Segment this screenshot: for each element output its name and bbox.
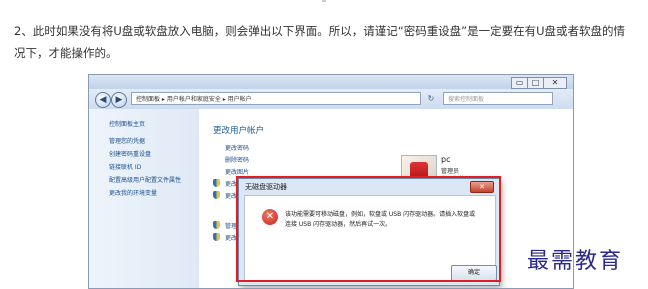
- user-name: pc: [441, 155, 451, 164]
- address-input[interactable]: 控制面板 ▸ 用户帐户和家庭安全 ▸ 用户帐户: [131, 92, 421, 105]
- highlight-frame: [236, 176, 501, 282]
- maximize-button[interactable]: □: [527, 77, 544, 89]
- task-remove-password[interactable]: 删除密码: [225, 155, 249, 164]
- back-button[interactable]: ◀: [95, 92, 111, 108]
- left-link-environment-variables[interactable]: 更改我的环境变量: [109, 188, 157, 197]
- task-change-password[interactable]: 更改密码: [225, 143, 249, 152]
- address-bar: ◀ ▶ 控制面板 ▸ 用户帐户和家庭安全 ▸ 用户帐户 ↻ 搜索控制面板: [89, 89, 573, 109]
- shield-icon: [213, 191, 220, 199]
- watermark: 最需教育: [527, 249, 624, 274]
- article-paragraph: 2、此时如果没有将U盘或软盘放入电脑，则会弹出以下界面。所以，请谨记“密码重设盘…: [14, 24, 626, 60]
- minimize-button[interactable]: ▭: [511, 77, 528, 89]
- shield-icon: [213, 221, 220, 229]
- search-input[interactable]: 搜索控制面板: [443, 92, 553, 105]
- left-panel: 控制面板主页 管理您的凭据 创建密码重设盘 链接联机 ID 配置高级用户配置文件…: [89, 109, 199, 288]
- left-link-profile-properties[interactable]: 配置高级用户配置文件属性: [109, 175, 181, 184]
- left-link-manage-credentials[interactable]: 管理您的凭据: [109, 136, 145, 145]
- shield-icon: [213, 233, 220, 241]
- left-link-create-reset-disk[interactable]: 创建密码重设盘: [109, 149, 151, 158]
- window-controls: ▭ □ ✕: [511, 77, 567, 89]
- window-titlebar: ▭ □ ✕: [89, 75, 573, 89]
- forward-button[interactable]: ▶: [111, 92, 127, 108]
- left-link-online-id[interactable]: 链接联机 ID: [109, 162, 141, 171]
- refresh-button[interactable]: ↻: [424, 92, 438, 105]
- control-panel-home-link[interactable]: 控制面板主页: [109, 119, 145, 128]
- top-divider: [322, 0, 326, 2]
- page-title: 更改用户帐户: [213, 126, 265, 136]
- shield-icon: [213, 179, 220, 187]
- task-change-picture[interactable]: 更改图片: [225, 167, 249, 176]
- window-close-button[interactable]: ✕: [543, 77, 567, 89]
